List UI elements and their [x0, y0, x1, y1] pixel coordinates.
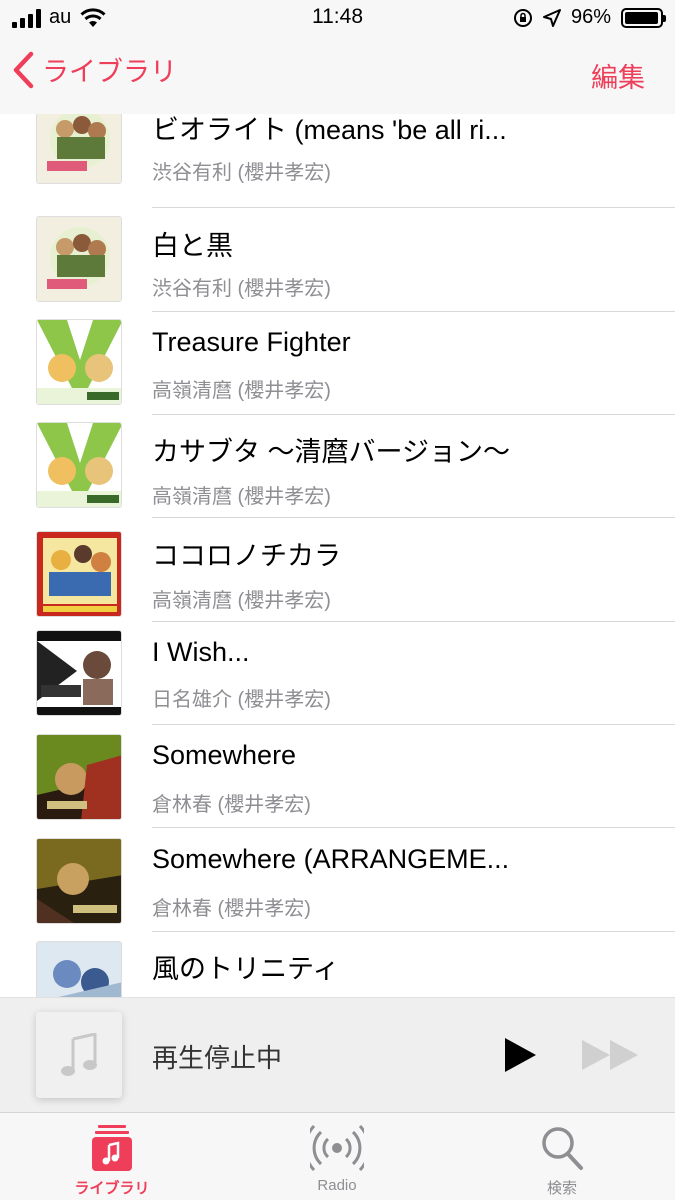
- tab-label: Radio: [317, 1177, 357, 1194]
- album-art: [36, 216, 122, 302]
- song-row[interactable]: 白と黒 渋谷有利 (櫻井孝宏): [0, 208, 675, 312]
- location-icon: [542, 8, 561, 27]
- album-art: [36, 838, 122, 924]
- chevron-left-icon: [13, 51, 34, 88]
- tab-bar: ライブラリ Radio 検索: [0, 1112, 675, 1200]
- radio-icon: [262, 1123, 412, 1173]
- tab-label: 検索: [546, 1180, 577, 1197]
- mini-player[interactable]: 再生停止中: [0, 997, 675, 1112]
- song-artist: 高嶺清麿 (櫻井孝宏): [152, 486, 331, 508]
- song-artist: 高嶺清麿 (櫻井孝宏): [152, 380, 331, 402]
- song-artist: 日名雄介 (櫻井孝宏): [152, 689, 331, 711]
- song-artist: 倉林春 (櫻井孝宏): [152, 794, 311, 816]
- song-title: 白と黒: [152, 231, 233, 261]
- rotation-lock-icon: [513, 8, 532, 27]
- album-art: [36, 114, 122, 184]
- album-art: [36, 941, 122, 997]
- fast-forward-icon[interactable]: [580, 1038, 640, 1072]
- song-row[interactable]: ビオライト (means 'be all ri... 渋谷有利 (櫻井孝宏): [0, 114, 675, 208]
- album-art: [36, 422, 122, 508]
- tab-radio[interactable]: Radio: [262, 1123, 412, 1194]
- song-artist: 高嶺清麿 (櫻井孝宏): [152, 590, 331, 612]
- back-label: ライブラリ: [42, 57, 177, 88]
- battery-percent: 96%: [570, 6, 611, 28]
- tab-library[interactable]: ライブラリ: [37, 1123, 187, 1198]
- library-icon: [37, 1123, 187, 1173]
- now-playing-status: 再生停止中: [152, 1043, 283, 1073]
- song-row[interactable]: I Wish... 日名雄介 (櫻井孝宏): [0, 621, 675, 725]
- album-art: [36, 531, 122, 617]
- search-icon: [487, 1123, 637, 1173]
- song-title: Somewhere (ARRANGEME...: [152, 844, 510, 874]
- battery-level: [625, 11, 658, 24]
- status-bar: au 11:48 96%: [0, 0, 675, 36]
- song-row[interactable]: Somewhere (ARRANGEME... 倉林春 (櫻井孝宏): [0, 828, 675, 932]
- now-playing-artwork: [36, 1012, 122, 1098]
- song-row[interactable]: 風のトリニティ: [0, 931, 675, 997]
- play-icon[interactable]: [502, 1036, 538, 1074]
- album-art: [36, 319, 122, 405]
- song-title: ココロノチカラ: [152, 541, 341, 571]
- nav-bar: ライブラリ 編集: [0, 36, 675, 114]
- song-artist: 渋谷有利 (櫻井孝宏): [152, 278, 331, 300]
- song-artist: 倉林春 (櫻井孝宏): [152, 898, 311, 920]
- song-row[interactable]: Somewhere 倉林春 (櫻井孝宏): [0, 724, 675, 828]
- album-art: [36, 734, 122, 820]
- battery-icon: [621, 7, 666, 28]
- song-title: Treasure Fighter: [152, 327, 351, 357]
- edit-button[interactable]: 編集: [591, 56, 645, 95]
- song-title: 風のトリニティ: [152, 954, 340, 984]
- song-list[interactable]: ビオライト (means 'be all ri... 渋谷有利 (櫻井孝宏) 白…: [0, 114, 675, 997]
- song-title: I Wish...: [152, 637, 250, 667]
- tab-search[interactable]: 検索: [487, 1123, 637, 1198]
- music-note-icon: [61, 1033, 97, 1076]
- song-row[interactable]: ココロノチカラ 高嶺清麿 (櫻井孝宏): [0, 518, 675, 622]
- song-row[interactable]: Treasure Fighter 高嶺清麿 (櫻井孝宏): [0, 311, 675, 415]
- song-artist: 渋谷有利 (櫻井孝宏): [152, 162, 331, 184]
- song-title: Somewhere: [152, 740, 297, 770]
- status-right: 96%: [513, 6, 666, 29]
- back-button[interactable]: ライブラリ: [12, 50, 177, 89]
- song-title: ビオライト (means 'be all ri...: [152, 115, 507, 145]
- tab-label: ライブラリ: [74, 1180, 150, 1197]
- song-title: カサブタ ～清麿バージョン～: [152, 437, 510, 467]
- album-art: [36, 630, 122, 716]
- song-row[interactable]: カサブタ ～清麿バージョン～ 高嶺清麿 (櫻井孝宏): [0, 414, 675, 518]
